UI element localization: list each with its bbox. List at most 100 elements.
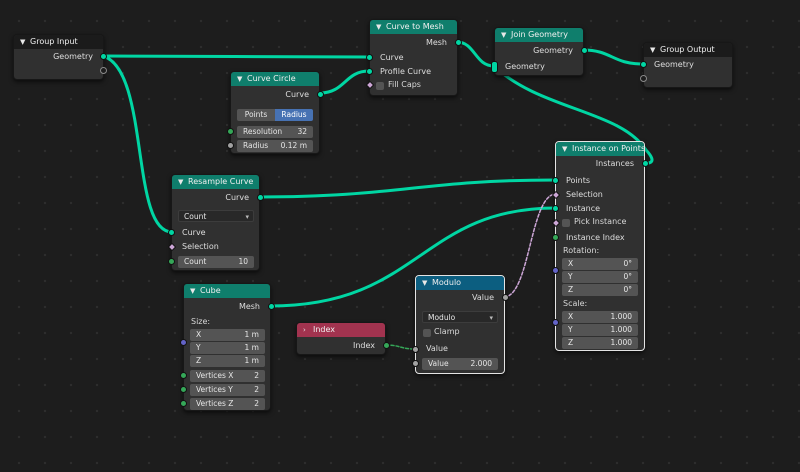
rotation-x-value: 0° — [623, 259, 632, 268]
vertices-x-input-socket[interactable] — [180, 372, 187, 379]
node-title: Modulo — [432, 278, 462, 287]
curve-to-mesh-header[interactable]: ▼ Curve to Mesh — [370, 20, 457, 34]
chevron-down-icon[interactable]: ▼ — [20, 35, 30, 49]
size-y-label: Y — [196, 343, 201, 352]
resample-curve-header[interactable]: ▼ Resample Curve — [172, 175, 259, 189]
rotation-x-field[interactable]: X 0° — [562, 258, 638, 270]
curve-output-label: Curve — [285, 90, 309, 99]
pick-instance-input-socket[interactable] — [551, 218, 561, 228]
resolution-input-socket[interactable] — [227, 128, 234, 135]
mesh-output-socket[interactable] — [455, 39, 462, 46]
chevron-down-icon[interactable]: ▼ — [501, 28, 511, 42]
rotation-y-value: 0° — [623, 272, 632, 281]
value2-input-socket[interactable] — [412, 360, 419, 367]
scale-x-field[interactable]: X 1.000 — [562, 311, 638, 323]
vertices-y-input-socket[interactable] — [180, 386, 187, 393]
chevron-down-icon[interactable]: ▼ — [422, 276, 432, 290]
clamp-checkbox[interactable] — [423, 329, 431, 337]
instance-on-points-node[interactable]: ▼ Instance on Points Instances Points Sel… — [551, 141, 649, 351]
resample-curve-node[interactable]: ▼ Resample Curve Curve Count ▾ Curve Selec… — [167, 174, 264, 271]
rotation-z-field[interactable]: Z 0° — [562, 284, 638, 296]
instance-input-socket[interactable] — [552, 205, 559, 212]
group-input-node[interactable]: ▼ Group Input Geometry — [13, 34, 107, 80]
profile-curve-input-socket[interactable] — [366, 68, 373, 75]
instance-index-input-socket[interactable] — [552, 234, 559, 241]
vertices-z-input-socket[interactable] — [180, 400, 187, 407]
curve-output-socket[interactable] — [317, 91, 324, 98]
radius-field[interactable]: Radius 0.12 m — [237, 140, 313, 152]
resolution-field[interactable]: Resolution 32 — [237, 126, 313, 138]
rotation-x-label: X — [568, 259, 574, 268]
chevron-down-icon[interactable]: ▼ — [562, 142, 572, 156]
rotation-input-socket[interactable] — [552, 267, 559, 274]
size-y-field[interactable]: Y 1 m — [190, 342, 265, 354]
group-output-header[interactable]: ▼ Group Output — [644, 43, 732, 57]
empty-input-socket[interactable] — [640, 75, 647, 82]
size-x-label: X — [196, 330, 202, 339]
scale-label: Scale: — [563, 299, 588, 308]
index-output-socket[interactable] — [383, 342, 390, 349]
fill-caps-label: Fill Caps — [388, 80, 421, 89]
mesh-output-socket[interactable] — [268, 303, 275, 310]
operation-dropdown[interactable]: Modulo ▾ — [422, 311, 498, 323]
size-z-field[interactable]: Z 1 m — [190, 355, 265, 367]
count-input-socket[interactable] — [168, 258, 175, 265]
mode-radius-button[interactable]: Radius — [275, 109, 313, 121]
curve-input-socket[interactable] — [366, 54, 373, 61]
value-output-socket[interactable] — [502, 294, 509, 301]
geometry-output-socket[interactable] — [581, 47, 588, 54]
count-field[interactable]: Count 10 — [178, 256, 254, 268]
chevron-down-icon[interactable]: ▼ — [650, 43, 660, 57]
fill-caps-input-socket[interactable] — [365, 80, 375, 90]
scale-z-field[interactable]: Z 1.000 — [562, 337, 638, 349]
empty-output-socket[interactable] — [100, 67, 107, 74]
mode-points-button[interactable]: Points — [237, 109, 275, 121]
chevron-down-icon[interactable]: ▼ — [237, 72, 247, 86]
cube-node[interactable]: ▼ Cube Mesh Size: X 1 m Y 1 m Z 1 m Vertices… — [180, 283, 275, 411]
curve-circle-node[interactable]: ▼ Curve Circle Curve Points Radius Resolu… — [227, 71, 324, 154]
curve-output-socket[interactable] — [257, 194, 264, 201]
value-input-socket[interactable] — [412, 346, 419, 353]
join-geometry-node[interactable]: ▼ Join Geometry Geometry Geometry — [491, 27, 588, 76]
geometry-input-socket[interactable] — [640, 61, 647, 68]
instance-on-points-header[interactable]: ▼ Instance on Points — [556, 142, 644, 156]
node-title: Cube — [200, 286, 221, 295]
join-geometry-header[interactable]: ▼ Join Geometry — [495, 28, 583, 42]
link-groupinput-curvetomesh — [101, 54, 371, 59]
value2-field[interactable]: Value 2.000 — [422, 358, 498, 370]
scale-input-socket[interactable] — [552, 319, 559, 326]
rotation-y-field[interactable]: Y 0° — [562, 271, 638, 283]
pick-instance-checkbox[interactable] — [562, 219, 570, 227]
scale-y-field[interactable]: Y 1.000 — [562, 324, 638, 336]
chevron-down-icon[interactable]: ▼ — [190, 284, 200, 298]
curve-input-socket[interactable] — [168, 229, 175, 236]
geometry-output-label: Geometry — [533, 46, 573, 55]
chevron-right-icon[interactable]: › — [303, 323, 313, 337]
mode-dropdown[interactable]: Count ▾ — [178, 210, 254, 222]
vertices-z-field[interactable]: Vertices Z 2 — [190, 398, 265, 410]
instances-output-socket[interactable] — [642, 160, 649, 167]
modulo-header[interactable]: ▼ Modulo — [416, 276, 504, 290]
vertices-x-field[interactable]: Vertices X 2 — [190, 370, 265, 382]
size-input-socket[interactable] — [180, 339, 187, 346]
fill-caps-checkbox[interactable] — [376, 82, 384, 90]
curve-input-label: Curve — [380, 53, 404, 62]
group-output-node[interactable]: ▼ Group Output Geometry — [640, 42, 733, 88]
group-input-header[interactable]: ▼ Group Input — [14, 35, 103, 49]
index-header[interactable]: › Index — [297, 323, 385, 337]
curve-circle-header[interactable]: ▼ Curve Circle — [231, 72, 319, 86]
profile-curve-input-label: Profile Curve — [380, 67, 432, 76]
chevron-down-icon[interactable]: ▼ — [376, 20, 386, 34]
index-node[interactable]: › Index Index — [296, 322, 390, 355]
radius-input-socket[interactable] — [227, 142, 234, 149]
value2-label: Value — [428, 359, 449, 368]
vertices-y-field[interactable]: Vertices Y 2 — [190, 384, 265, 396]
cube-header[interactable]: ▼ Cube — [184, 284, 270, 298]
chevron-down-icon[interactable]: ▼ — [178, 175, 188, 189]
size-x-field[interactable]: X 1 m — [190, 329, 265, 341]
curve-to-mesh-node[interactable]: ▼ Curve to Mesh Mesh Curve Profile Curve … — [365, 19, 462, 96]
geometry-output-socket[interactable] — [100, 53, 107, 60]
modulo-node[interactable]: ▼ Modulo Value Modulo ▾ Clamp Value Value 2… — [412, 275, 509, 374]
points-input-socket[interactable] — [552, 177, 559, 184]
geometry-multi-input-socket[interactable] — [491, 61, 498, 73]
